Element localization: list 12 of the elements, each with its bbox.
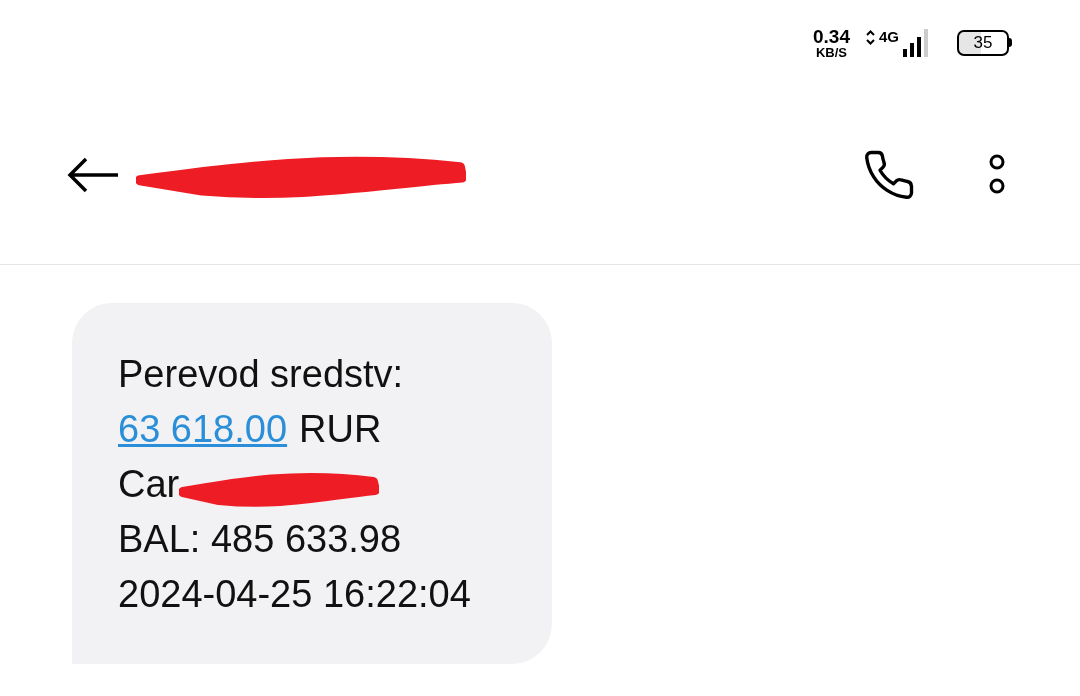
amount-link[interactable]: 63 618.00 [118, 402, 288, 457]
battery-icon: 35 [957, 29, 1012, 56]
message-text: RUR [299, 407, 382, 452]
message-text: BAL: 485 633.98 [118, 517, 403, 562]
data-speed-unit: KB/S [815, 45, 847, 59]
network-type: 4G [879, 28, 899, 44]
message-text: Car [118, 462, 180, 507]
data-speed: 0.34 [813, 26, 850, 46]
up-down-arrows-icon [866, 29, 875, 45]
signal-icon [903, 28, 929, 57]
message-text: 2024-04-25 16:22:04 [118, 572, 472, 617]
message-text: Perevod sredstv: [118, 352, 405, 397]
